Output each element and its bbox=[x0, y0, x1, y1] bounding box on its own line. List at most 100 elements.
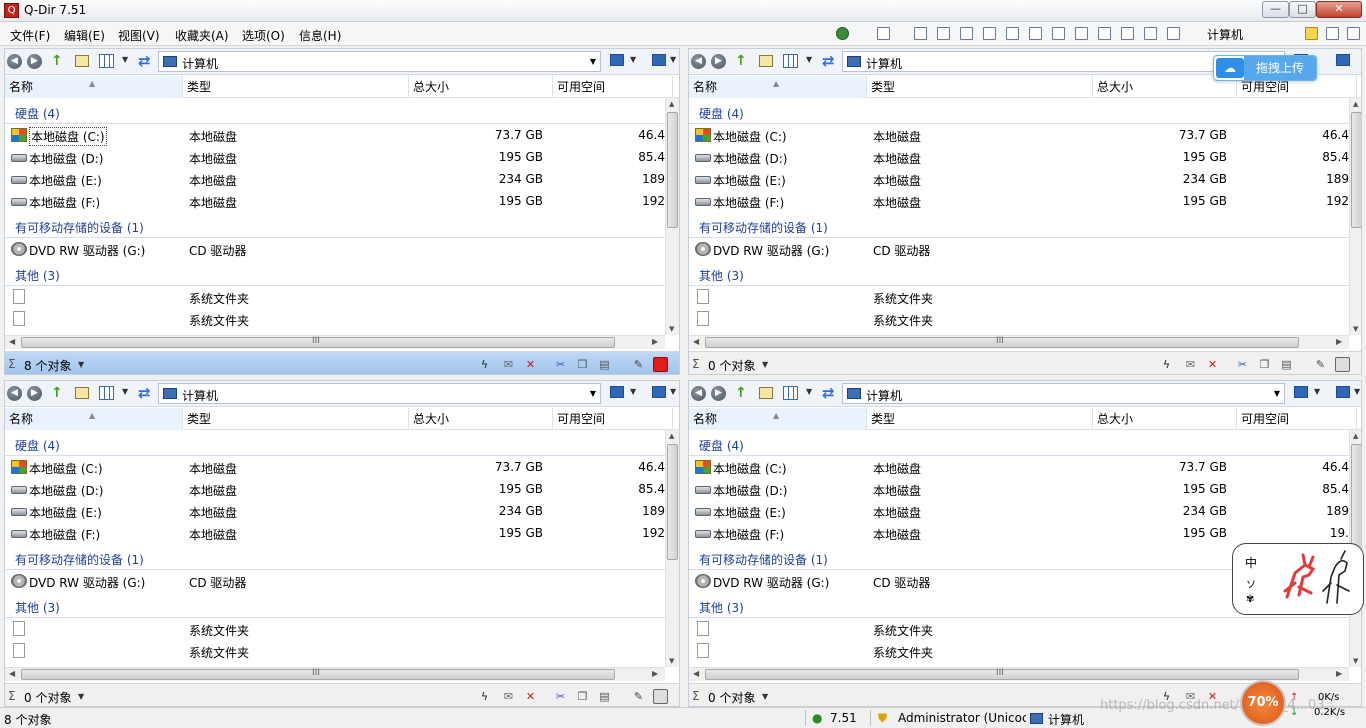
folder-icon[interactable] bbox=[75, 387, 89, 399]
object-count[interactable]: 0 个对象 bbox=[708, 357, 755, 374]
scroll-left-icon[interactable]: ◀ bbox=[693, 337, 699, 346]
column-name[interactable]: 名称 ▲ bbox=[5, 408, 183, 430]
monitor-dropdown-icon[interactable]: ▼ bbox=[630, 55, 636, 64]
pane-layout-dropdown-icon[interactable]: ▼ bbox=[670, 55, 676, 64]
pane-layout-dropdown-icon[interactable]: ▼ bbox=[1354, 387, 1360, 396]
view-dropdown-icon[interactable]: ▼ bbox=[806, 55, 812, 64]
forward-icon[interactable]: ▶ bbox=[711, 54, 726, 69]
list-item[interactable]: 本地磁盘 (F:) 本地磁盘 195 GB 19. bbox=[689, 522, 1349, 544]
layout-9-icon[interactable] bbox=[1075, 27, 1088, 40]
refresh-icon[interactable]: ⇄ bbox=[138, 384, 151, 402]
close-button[interactable]: ✕ bbox=[1316, 1, 1362, 18]
group-removable[interactable]: 有可移动存储的设备 (1) bbox=[15, 551, 144, 568]
list-item[interactable]: DVD RW 驱动器 (G:) CD 驱动器 bbox=[5, 570, 665, 592]
computer-tool-icon[interactable] bbox=[1190, 27, 1203, 40]
scroll-up-icon[interactable]: ▲ bbox=[669, 432, 674, 440]
layout-4-icon[interactable] bbox=[960, 27, 973, 40]
layout-3-icon[interactable] bbox=[937, 27, 950, 40]
column-free[interactable]: 可用空间 bbox=[553, 408, 673, 430]
column-size[interactable]: 总大小 bbox=[409, 76, 553, 98]
count-dropdown-icon[interactable]: ▼ bbox=[762, 360, 768, 369]
group-hdd[interactable]: 硬盘 (4) bbox=[15, 105, 60, 122]
up-folder-icon[interactable]: ↑ bbox=[735, 385, 749, 401]
scroll-right-icon[interactable]: ▶ bbox=[1336, 669, 1342, 678]
maximize-button[interactable]: □ bbox=[1289, 1, 1316, 18]
layout-5-icon[interactable] bbox=[983, 27, 996, 40]
back-icon[interactable]: ◀ bbox=[7, 54, 22, 69]
refresh-icon[interactable]: ⇄ bbox=[822, 384, 835, 402]
list-item[interactable]: 系统文件夹 bbox=[689, 308, 1349, 330]
list-item[interactable]: 本地磁盘 (E:) 本地磁盘 234 GB 189 bbox=[689, 168, 1349, 190]
column-free[interactable]: 可用空间 bbox=[1237, 408, 1357, 430]
column-type[interactable]: 类型 bbox=[183, 76, 409, 98]
layout-13-icon[interactable] bbox=[1167, 27, 1180, 40]
view-mode-icon[interactable] bbox=[783, 54, 798, 68]
pane-layout-icon[interactable] bbox=[652, 386, 666, 398]
scroll-left-icon[interactable]: ◀ bbox=[693, 669, 699, 678]
object-count[interactable]: 0 个对象 bbox=[708, 689, 755, 706]
copy-icon[interactable]: ❐ bbox=[575, 357, 590, 372]
up-folder-icon[interactable]: ↑ bbox=[735, 53, 749, 69]
column-name[interactable]: 名称 ▲ bbox=[689, 408, 867, 430]
vertical-scrollbar[interactable]: ▲ ▼ bbox=[1349, 98, 1361, 335]
monitor-dropdown-icon[interactable]: ▼ bbox=[630, 387, 636, 396]
scroll-left-icon[interactable]: ◀ bbox=[9, 669, 15, 678]
delete-icon[interactable]: ✕ bbox=[1205, 357, 1220, 372]
view-mode-icon[interactable] bbox=[99, 386, 114, 400]
scroll-down-icon[interactable]: ▼ bbox=[669, 325, 674, 333]
vertical-scrollbar[interactable]: ▲ ▼ bbox=[665, 98, 679, 335]
horizontal-scrollbar[interactable]: ◀ III ▶ bbox=[689, 335, 1349, 349]
scroll-thumb-h[interactable]: III bbox=[705, 336, 1299, 348]
list-item[interactable]: 本地磁盘 (F:) 本地磁盘 195 GB 192 bbox=[689, 190, 1349, 212]
mail-icon[interactable]: ✉ bbox=[1183, 357, 1198, 372]
menu-info[interactable]: 信息(H) bbox=[299, 27, 341, 44]
list-item[interactable]: 系统文件夹 bbox=[5, 618, 665, 640]
monitor-icon[interactable] bbox=[1294, 386, 1308, 398]
pane-layout-icon[interactable] bbox=[652, 54, 666, 66]
menu-view[interactable]: 视图(V) bbox=[118, 27, 160, 44]
layout-10-icon[interactable] bbox=[1098, 27, 1111, 40]
refresh-icon[interactable]: ⇄ bbox=[138, 52, 151, 70]
address-bar[interactable]: 计算机 ▼ bbox=[842, 383, 1285, 404]
scroll-thumb-h[interactable]: III bbox=[21, 336, 615, 348]
list-item[interactable]: 系统文件夹 bbox=[5, 640, 665, 662]
horizontal-scrollbar[interactable]: ◀ III ▶ bbox=[5, 667, 665, 681]
address-bar[interactable]: 计算机 ▼ bbox=[158, 51, 601, 72]
column-type[interactable]: 类型 bbox=[183, 408, 409, 430]
cut-icon[interactable]: ✂ bbox=[1235, 357, 1250, 372]
layout-1-icon[interactable] bbox=[877, 27, 890, 40]
monitor-dropdown-icon[interactable]: ▼ bbox=[1314, 387, 1320, 396]
list-item[interactable]: 本地磁盘 (C:) 本地磁盘 73.7 GB 46.4 bbox=[5, 124, 665, 146]
layout-11-icon[interactable] bbox=[1121, 27, 1134, 40]
monitor-icon[interactable] bbox=[610, 386, 624, 398]
scroll-down-icon[interactable]: ▼ bbox=[669, 657, 674, 665]
address-dropdown-icon[interactable]: ▼ bbox=[590, 389, 596, 398]
address-dropdown-icon[interactable]: ▼ bbox=[590, 57, 596, 66]
folder-icon[interactable] bbox=[75, 55, 89, 67]
menu-options[interactable]: 选项(O) bbox=[242, 27, 285, 44]
layout-7-icon[interactable] bbox=[1029, 27, 1042, 40]
group-removable[interactable]: 有可移动存储的设备 (1) bbox=[15, 219, 144, 236]
scroll-thumb-h[interactable]: III bbox=[21, 668, 615, 680]
edit-icon[interactable]: ✎ bbox=[631, 357, 646, 372]
group-hdd[interactable]: 硬盘 (4) bbox=[699, 105, 744, 122]
pane-layout-dropdown-icon[interactable]: ▼ bbox=[670, 387, 676, 396]
refresh-icon[interactable]: ⇄ bbox=[822, 52, 835, 70]
scroll-left-icon[interactable]: ◀ bbox=[9, 337, 15, 346]
list-item[interactable]: 本地磁盘 (E:) 本地磁盘 234 GB 189 bbox=[5, 168, 665, 190]
group-hdd[interactable]: 硬盘 (4) bbox=[15, 437, 60, 454]
paste-icon[interactable]: ▤ bbox=[597, 689, 612, 704]
group-removable[interactable]: 有可移动存储的设备 (1) bbox=[699, 551, 828, 568]
list-item[interactable]: 本地磁盘 (C:) 本地磁盘 73.7 GB 46.4 bbox=[689, 124, 1349, 146]
list-item[interactable]: 系统文件夹 bbox=[5, 286, 665, 308]
layout-2-icon[interactable] bbox=[914, 27, 927, 40]
up-folder-icon[interactable]: ↑ bbox=[51, 53, 65, 69]
group-other[interactable]: 其他 (3) bbox=[15, 599, 60, 616]
edit-icon[interactable]: ✎ bbox=[1313, 357, 1328, 372]
cut-icon[interactable]: ✂ bbox=[553, 357, 568, 372]
pane-layout-icon[interactable] bbox=[1336, 54, 1350, 66]
lightning-icon[interactable]: ϟ bbox=[477, 689, 492, 704]
view-dropdown-icon[interactable]: ▼ bbox=[122, 387, 128, 396]
list-item[interactable]: 本地磁盘 (F:) 本地磁盘 195 GB 192 bbox=[5, 190, 665, 212]
folder-icon[interactable] bbox=[759, 55, 773, 67]
